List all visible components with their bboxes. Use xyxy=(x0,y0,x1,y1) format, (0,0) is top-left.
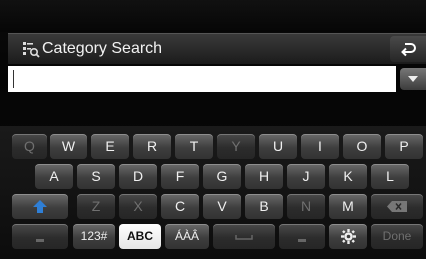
shift-key[interactable] xyxy=(12,194,68,219)
small-dash-icon xyxy=(36,239,44,242)
key-h[interactable]: H xyxy=(245,164,283,189)
gear-icon xyxy=(341,229,356,244)
blank-key-2[interactable] xyxy=(279,224,325,249)
key-z[interactable]: Z xyxy=(77,194,115,219)
key-t[interactable]: T xyxy=(175,134,213,159)
key-v[interactable]: V xyxy=(203,194,241,219)
key-s[interactable]: S xyxy=(77,164,115,189)
category-search-icon xyxy=(22,40,40,58)
mode-accent-key[interactable]: ÁÀÂ xyxy=(165,224,209,249)
space-key[interactable] xyxy=(213,224,275,249)
dropdown-button[interactable] xyxy=(400,68,426,90)
key-j[interactable]: J xyxy=(287,164,325,189)
search-input[interactable] xyxy=(8,66,396,92)
key-p[interactable]: P xyxy=(385,134,423,159)
key-f[interactable]: F xyxy=(161,164,199,189)
shift-arrow-icon xyxy=(33,200,47,213)
settings-key[interactable] xyxy=(329,224,367,249)
key-y[interactable]: Y xyxy=(217,134,255,159)
key-c[interactable]: C xyxy=(161,194,199,219)
page-title: Category Search xyxy=(42,40,163,57)
key-u[interactable]: U xyxy=(259,134,297,159)
key-d[interactable]: D xyxy=(119,164,157,189)
chevron-down-icon xyxy=(408,76,418,82)
key-i[interactable]: I xyxy=(301,134,339,159)
screen: Category Search Q W E R T Y U I O P A S xyxy=(0,0,426,259)
done-key[interactable]: Done xyxy=(371,224,423,249)
key-n[interactable]: N xyxy=(287,194,325,219)
mode-abc-key[interactable]: ABC xyxy=(119,224,161,249)
key-w[interactable]: W xyxy=(50,134,87,159)
return-arrow-icon xyxy=(401,43,416,57)
backspace-icon xyxy=(387,201,407,212)
mode-123-key[interactable]: 123# xyxy=(73,224,115,249)
text-caret xyxy=(13,70,14,88)
back-button[interactable] xyxy=(390,36,426,62)
key-e[interactable]: E xyxy=(91,134,129,159)
small-dash-icon xyxy=(298,239,306,242)
status-bar xyxy=(0,0,426,32)
key-k[interactable]: K xyxy=(329,164,367,189)
key-l[interactable]: L xyxy=(371,164,409,189)
key-r[interactable]: R xyxy=(133,134,171,159)
key-b[interactable]: B xyxy=(245,194,283,219)
key-x[interactable]: X xyxy=(119,194,157,219)
blank-key[interactable] xyxy=(12,224,68,249)
key-o[interactable]: O xyxy=(343,134,381,159)
key-g[interactable]: G xyxy=(203,164,241,189)
backspace-key[interactable] xyxy=(371,194,423,219)
space-icon xyxy=(235,235,253,240)
keyboard: Q W E R T Y U I O P A S D F G H J K L Z … xyxy=(0,126,426,259)
header-bar: Category Search xyxy=(8,33,426,64)
search-row xyxy=(8,66,426,92)
key-a[interactable]: A xyxy=(35,164,73,189)
key-m[interactable]: M xyxy=(329,194,367,219)
key-q[interactable]: Q xyxy=(12,134,47,159)
